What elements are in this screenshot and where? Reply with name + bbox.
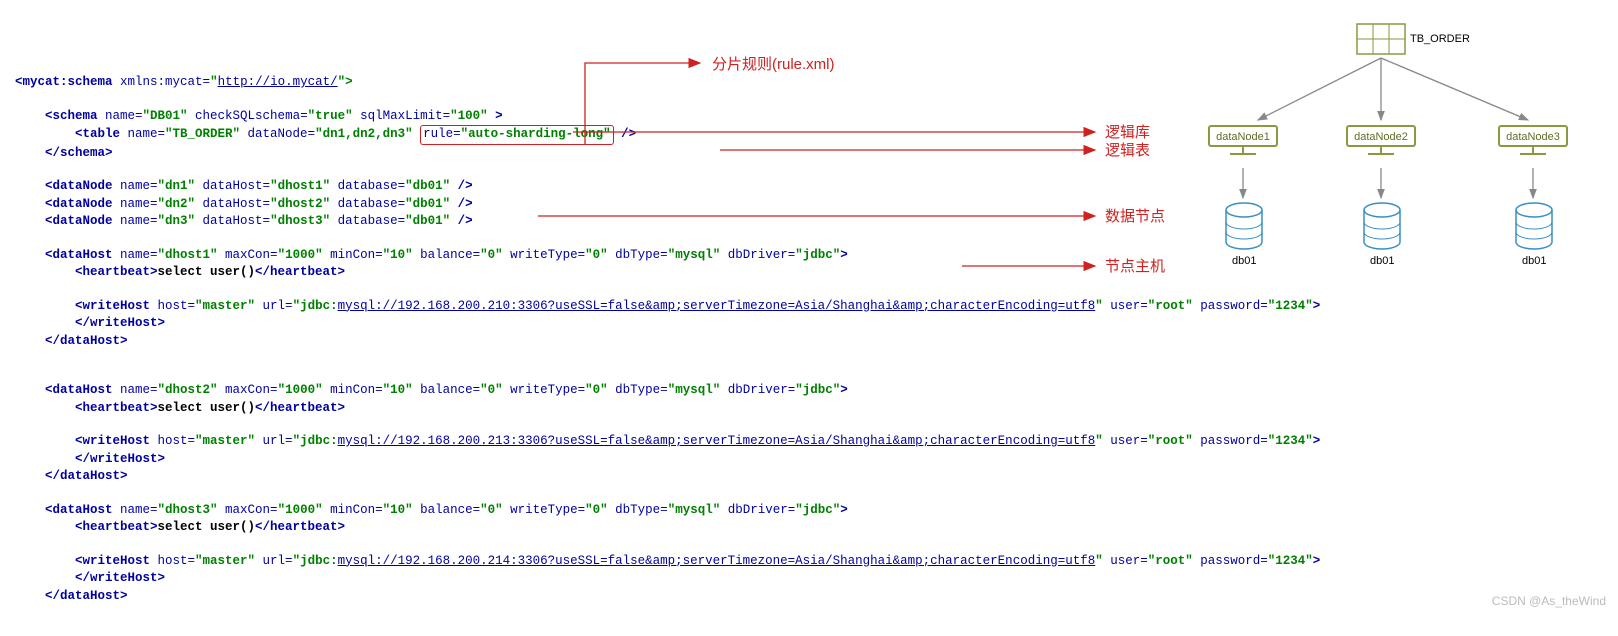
db01-icon-1: [1224, 202, 1264, 252]
datahost3-open: <dataHost name="dhost3" maxCon="1000" mi…: [45, 502, 1603, 520]
datanode3-box: dataNode3: [1498, 125, 1568, 147]
writehost1: <writeHost host="master" url="jdbc:mysql…: [75, 298, 1603, 316]
writehost3: <writeHost host="master" url="jdbc:mysql…: [75, 553, 1603, 571]
heartbeat3: <heartbeat>select user()</heartbeat>: [75, 519, 1603, 537]
rule-attr: rule="auto-sharding-long": [420, 125, 614, 145]
db01-icon-3: [1514, 202, 1554, 252]
datahost2-close: </dataHost>: [45, 468, 1603, 486]
writehost2-close: </writeHost>: [75, 451, 1603, 469]
datahost1-close: </dataHost>: [45, 333, 1603, 351]
watermark: CSDN @As_theWind: [1492, 593, 1606, 610]
datahost2-open: <dataHost name="dhost2" maxCon="1000" mi…: [45, 382, 1603, 400]
heartbeat2: <heartbeat>select user()</heartbeat>: [75, 400, 1603, 418]
xmlns-link[interactable]: http://io.mycat/: [218, 75, 338, 89]
topology-diagram: TB_ORDER dataNode1 dataNode2 dataNode3 d…: [1188, 10, 1608, 285]
db01-label-1: db01: [1232, 254, 1256, 269]
datahost3-close: </dataHost>: [45, 588, 1603, 606]
db01-icon-2: [1362, 202, 1402, 252]
db01-label-3: db01: [1522, 254, 1546, 269]
writehost3-close: </writeHost>: [75, 570, 1603, 588]
datanode2-box: dataNode2: [1346, 125, 1416, 147]
writehost2: <writeHost host="master" url="jdbc:mysql…: [75, 433, 1603, 451]
writehost1-close: </writeHost>: [75, 315, 1603, 333]
datanode1-box: dataNode1: [1208, 125, 1278, 147]
db01-label-2: db01: [1370, 254, 1394, 269]
